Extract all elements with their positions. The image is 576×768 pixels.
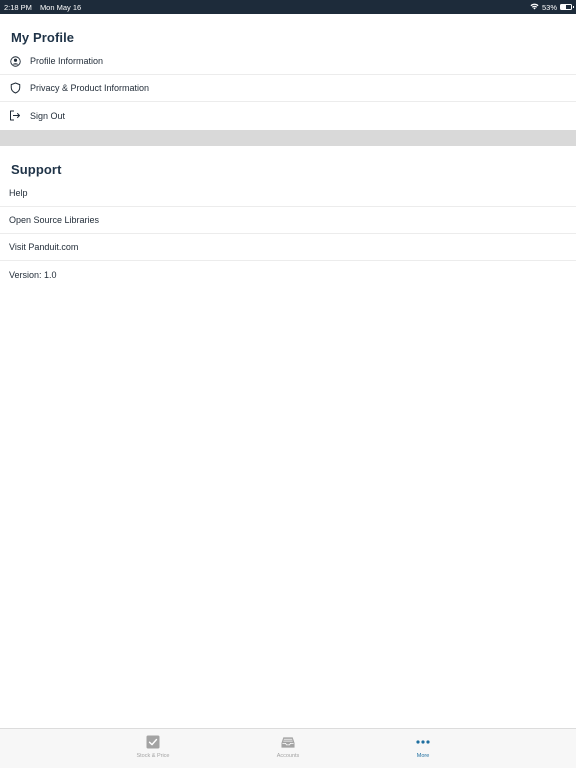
inbox-icon [281,735,295,749]
help-row[interactable]: Help [0,180,576,207]
sign-out-label: Sign Out [30,110,66,121]
tab-accounts[interactable]: Accounts [258,735,318,759]
tab-more[interactable]: More [393,735,453,759]
user-circle-icon [9,55,21,67]
status-left: 2:18 PM Mon May 16 [4,3,81,12]
status-time: 2:18 PM [4,2,32,12]
tab-stock-price-label: Stock & Price [136,753,170,759]
shield-icon [9,82,21,94]
tab-accounts-label: Accounts [276,753,300,759]
help-label: Help [9,188,28,198]
visit-panduit-row[interactable]: Visit Panduit.com [0,234,576,261]
status-bar: 2:18 PM Mon May 16 53% [0,0,576,14]
privacy-product-information-label: Privacy & Product Information [30,83,150,93]
version-label: Version: 1.0 [9,269,57,280]
sign-out-row[interactable]: Sign Out [0,102,576,129]
status-right: 53% [530,2,574,12]
profile-information-row[interactable]: Profile Information [0,48,576,75]
sign-out-icon [9,110,21,122]
wifi-icon [530,3,539,12]
more-screen: 2:18 PM Mon May 16 53% My Profile Profil… [0,0,576,768]
more-dots-icon [416,735,430,749]
battery-icon [560,4,574,10]
support-title: Support [11,162,62,177]
visit-panduit-label: Visit Panduit.com [9,242,79,252]
open-source-libraries-row[interactable]: Open Source Libraries [0,207,576,234]
battery-percent: 53% [541,2,557,12]
privacy-product-information-row[interactable]: Privacy & Product Information [0,75,576,102]
section-divider [0,130,576,146]
tab-more-label: More [416,753,430,759]
version-row: Version: 1.0 [0,261,576,288]
checkbox-icon [146,735,160,749]
my-profile-title: My Profile [11,30,75,45]
open-source-libraries-label: Open Source Libraries [9,215,100,225]
tab-bar: Stock & Price Accounts More [0,728,576,768]
status-date: Mon May 16 [39,2,82,12]
tab-stock-price[interactable]: Stock & Price [123,735,183,759]
profile-information-label: Profile Information [30,56,104,66]
battery-fill [561,5,567,9]
